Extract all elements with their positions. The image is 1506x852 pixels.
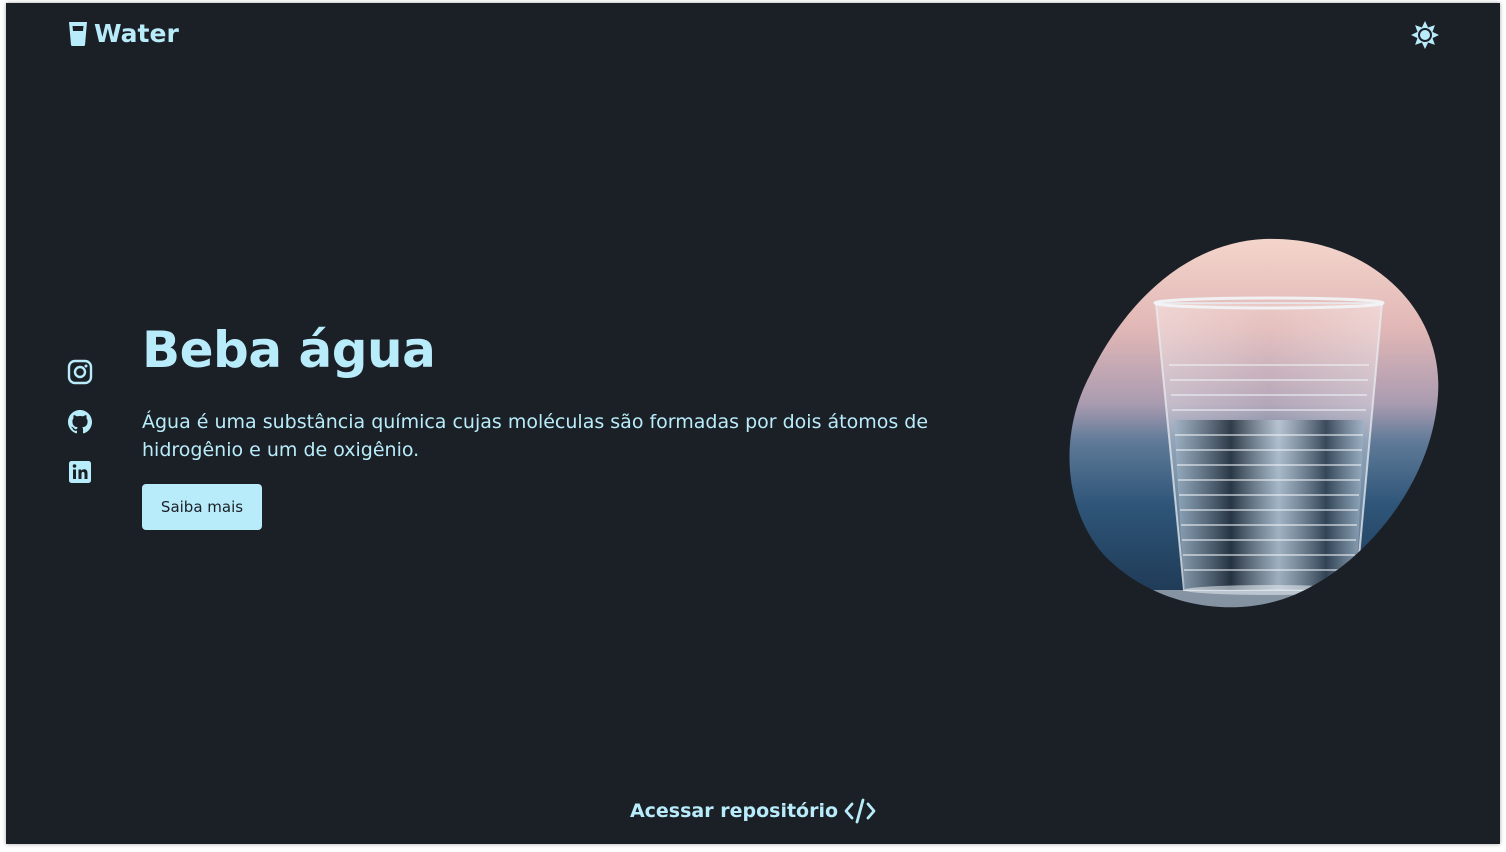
learn-more-button[interactable]: Saiba mais <box>142 484 262 530</box>
repository-label: Acessar repositório <box>629 800 839 822</box>
hero-title: Beba água <box>142 321 436 379</box>
hero-description: Água é uma substância química cujas molé… <box>142 411 929 461</box>
water-cup-image <box>1069 238 1439 608</box>
theme-toggle-button[interactable] <box>1410 20 1440 50</box>
cup-icon <box>69 21 87 46</box>
social-links <box>67 359 93 485</box>
linkedin-link[interactable] <box>67 459 93 485</box>
linkedin-icon <box>69 461 91 483</box>
github-link[interactable] <box>67 409 93 435</box>
brand-logo[interactable]: Water <box>68 19 179 48</box>
instagram-icon <box>67 359 93 385</box>
brand-label: Water <box>94 19 179 48</box>
page: Water Beba água Água é uma substância qu… <box>6 3 1500 844</box>
github-icon <box>68 410 92 434</box>
sun-icon <box>1411 21 1439 49</box>
instagram-link[interactable] <box>67 359 93 385</box>
code-icon <box>844 798 876 824</box>
repository-link[interactable]: Acessar repositório <box>6 798 1500 824</box>
